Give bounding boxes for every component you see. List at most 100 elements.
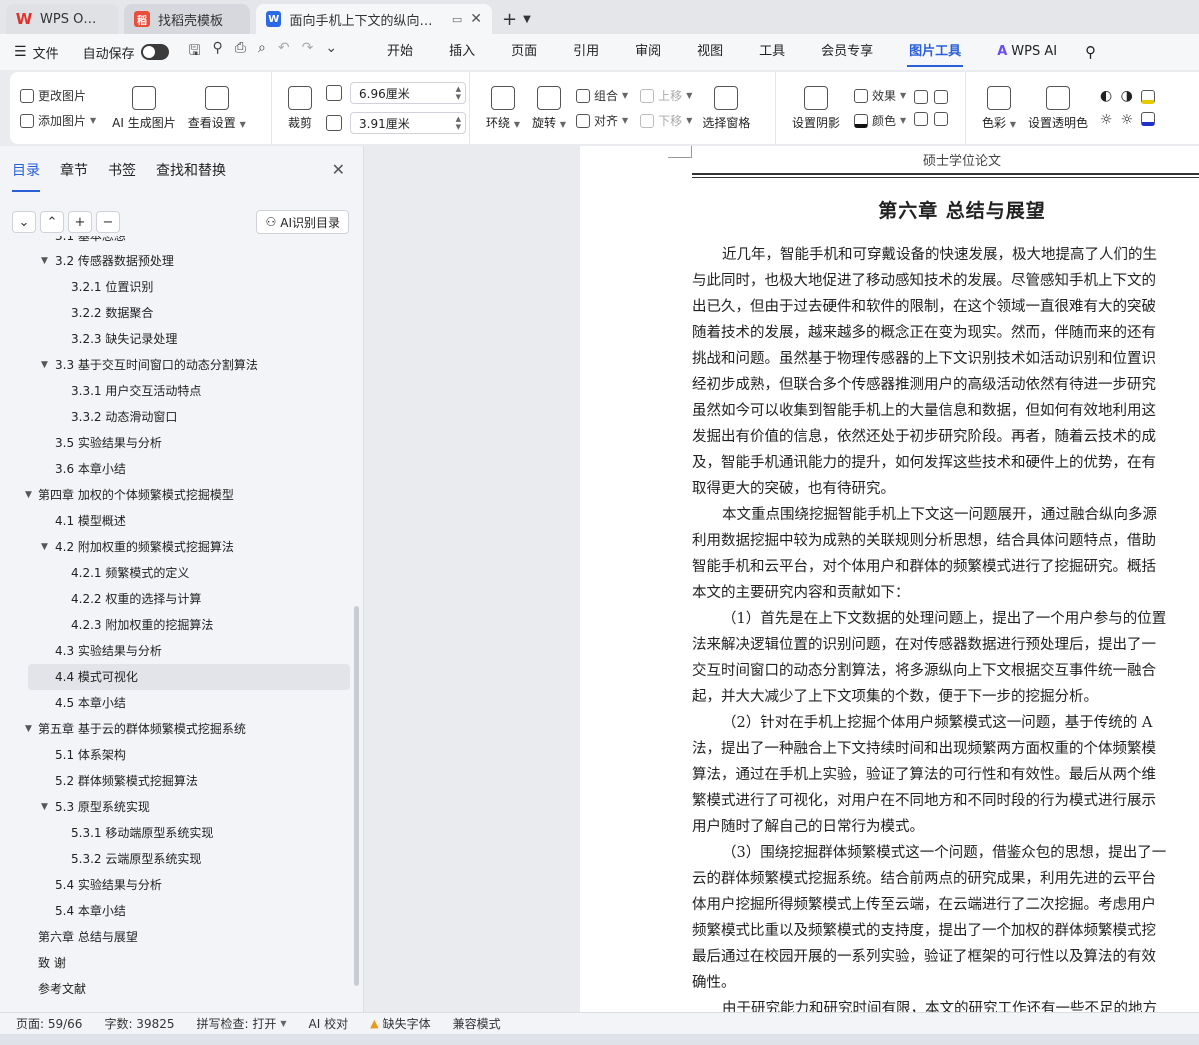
toc-item[interactable]: 参考文献 [0, 976, 350, 1002]
menu-tab-view[interactable]: 视图 [679, 34, 741, 70]
word-count[interactable]: 字数: 39825 [104, 1015, 196, 1032]
collapse-all-button[interactable]: ⌄ [12, 211, 36, 233]
menu-tab-insert[interactable]: 插入 [431, 34, 493, 70]
toc-item[interactable]: ▼ 第四章 加权的个体频繁模式挖掘模型 [0, 482, 350, 508]
toc-item[interactable]: 3.2.3 缺失记录处理 [0, 326, 350, 352]
add-heading-button[interactable]: + [68, 211, 92, 233]
toc-item[interactable]: 5.1 体系架构 [0, 742, 350, 768]
color-button[interactable]: 颜色 ▼ [854, 112, 906, 129]
chevron-down-icon[interactable]: ▼ [523, 14, 531, 25]
toc-item[interactable]: 5.2 群体频繁模式挖掘算法 [0, 768, 350, 794]
shadow-button[interactable]: 设置阴影 [786, 85, 846, 131]
menu-tab-member[interactable]: 会员专享 [803, 34, 891, 70]
toc-item[interactable]: 3.1 基本思想 [0, 236, 350, 248]
ai-toc-button[interactable]: ⚇ AI识别目录 [256, 210, 349, 234]
contrast-up-icon[interactable]: ◐ [1100, 88, 1113, 104]
new-tab-button[interactable]: + ▼ [502, 4, 531, 34]
expand-toggle-icon[interactable]: ▼ [41, 794, 48, 820]
toc-scrollbar[interactable] [354, 606, 359, 986]
toc-item[interactable]: 3.2.1 位置识别 [0, 274, 350, 300]
expand-toggle-icon[interactable]: ▼ [41, 534, 48, 560]
close-tab-icon[interactable]: ✕ [470, 11, 482, 27]
toc-item[interactable]: ▼ 4.2 附加权重的频繁模式挖掘算法 [0, 534, 350, 560]
compat-mode[interactable]: 兼容模式 [453, 1015, 523, 1032]
ai-generate-image-button[interactable]: AI 生成图片 [106, 85, 182, 131]
toc-item[interactable]: 第六章 总结与展望 [0, 924, 350, 950]
toc-item[interactable]: 4.2.2 权重的选择与计算 [0, 586, 350, 612]
page-count[interactable]: 页面: 59/66 [16, 1015, 104, 1032]
missing-font[interactable]: ▲ 缺失字体 [370, 1015, 452, 1032]
change-image-button[interactable]: 更改图片 [20, 87, 96, 104]
nav-tab-find-replace[interactable]: 查找和替换 [156, 160, 226, 186]
expand-toggle-icon[interactable]: ▼ [41, 352, 48, 378]
toc-item[interactable]: 5.4 实验结果与分析 [0, 872, 350, 898]
effect-button[interactable]: 效果 ▼ [854, 87, 906, 104]
toc-item[interactable]: 4.2.1 频繁模式的定义 [0, 560, 350, 586]
selection-pane-button[interactable]: 选择窗格 [696, 85, 756, 131]
group-button[interactable]: 组合 ▼ [576, 87, 628, 104]
toc-item[interactable]: 3.2.2 数据聚合 [0, 300, 350, 326]
print-icon[interactable]: ⎙ [235, 40, 246, 64]
add-image-button[interactable]: 添加图片 ▼ [20, 112, 96, 129]
menu-tab-page[interactable]: 页面 [493, 34, 555, 70]
remove-heading-button[interactable]: − [96, 211, 120, 233]
toc-item[interactable]: ▼ 3.2 传感器数据预处理 [0, 248, 350, 274]
toc-item[interactable]: 3.6 本章小结 [0, 456, 350, 482]
toc-item[interactable]: ▼ 5.3 原型系统实现 [0, 794, 350, 820]
expand-toggle-icon[interactable]: ▼ [25, 482, 32, 508]
spin-arrows-icon[interactable]: ▲ ▼ [456, 85, 465, 101]
brightness-down-icon[interactable]: ☼ [1121, 112, 1134, 128]
nudge-icon[interactable] [914, 112, 929, 126]
height-field[interactable]: 3.91厘米 ▲ ▼ [350, 112, 466, 134]
bring-forward-button[interactable]: 上移 ▼ [640, 87, 692, 104]
tab-wps-office[interactable]: W WPS Office [6, 4, 118, 34]
toc-item[interactable]: 5.3.2 云端原型系统实现 [0, 846, 350, 872]
set-transparent-color-button[interactable]: 设置透明色 [1022, 85, 1094, 131]
send-backward-button[interactable]: 下移 ▼ [640, 112, 692, 129]
crop-button[interactable]: 裁剪 [282, 85, 318, 131]
toggle-switch[interactable] [140, 44, 169, 60]
contrast-down-icon[interactable]: ◑ [1121, 88, 1134, 104]
nav-tab-sections[interactable]: 章节 [60, 160, 88, 186]
menu-tab-review[interactable]: 审阅 [617, 34, 679, 70]
toc-item[interactable]: ▼ 3.3 基于交互时间窗口的动态分割算法 [0, 352, 350, 378]
redo-icon[interactable]: ↷ [302, 40, 314, 64]
document-body[interactable]: 近几年，智能手机和可穿戴设备的快速发展，极大地提高了人们的生 与此同时，也极大地促… [692, 242, 1199, 1012]
undo-icon[interactable]: ↶ [278, 40, 290, 64]
toc-item[interactable]: 4.1 模型概述 [0, 508, 350, 534]
brightness-up-icon[interactable]: ☼ [1100, 112, 1113, 128]
menu-tab-tools[interactable]: 工具 [741, 34, 803, 70]
hamburger-icon[interactable]: ☰ [14, 44, 27, 60]
outline-color-icon[interactable] [1141, 112, 1156, 126]
more-chevron-icon[interactable]: ⌄ [325, 40, 337, 64]
border-color-icon[interactable] [1141, 90, 1156, 104]
tab-document[interactable]: W 面向手机上下文的纵向多源数 ▭ ✕ [256, 4, 492, 34]
expand-toggle-icon[interactable]: ▼ [41, 248, 48, 274]
rotate-button[interactable]: 旋转 ▼ [526, 85, 572, 131]
toc-item[interactable]: 5.4 本章小结 [0, 898, 350, 924]
align-button[interactable]: 对齐 ▼ [576, 112, 628, 129]
color-mode-button[interactable]: 色彩 ▼ [976, 85, 1022, 131]
print-preview-icon[interactable]: ⌕ [258, 40, 266, 64]
ai-proofread[interactable]: AI 校对 [309, 1015, 371, 1032]
save-icon[interactable]: 🖫 [189, 40, 201, 64]
toc-item[interactable]: 3.3.2 动态滑动窗口 [0, 404, 350, 430]
nav-tab-toc[interactable]: 目录 [12, 160, 40, 192]
nudge-icon[interactable] [914, 90, 929, 104]
toc-item[interactable]: 4.3 实验结果与分析 [0, 638, 350, 664]
close-icon[interactable]: ✕ [332, 160, 345, 179]
nudge-icon[interactable] [934, 90, 949, 104]
search-icon[interactable]: ⚲ [1085, 43, 1096, 61]
menu-tab-references[interactable]: 引用 [555, 34, 617, 70]
toc-item[interactable]: 致 谢 [0, 950, 350, 976]
toc-item[interactable]: 3.5 实验结果与分析 [0, 430, 350, 456]
file-menu[interactable]: 文件 [33, 43, 59, 62]
tab-docer-templates[interactable]: 稻 找稻壳模板 [124, 4, 250, 34]
expand-up-button[interactable]: ⌃ [40, 211, 64, 233]
toc-item[interactable]: 3.3.1 用户交互活动特点 [0, 378, 350, 404]
wrap-button[interactable]: 环绕 ▼ [480, 85, 526, 131]
width-field[interactable]: 6.96厘米 ▲ ▼ [350, 82, 466, 104]
monitor-icon[interactable]: ▭ [452, 13, 462, 26]
menu-tab-home[interactable]: 开始 [369, 34, 431, 70]
format-painter-icon[interactable]: ⚲ [213, 40, 223, 64]
